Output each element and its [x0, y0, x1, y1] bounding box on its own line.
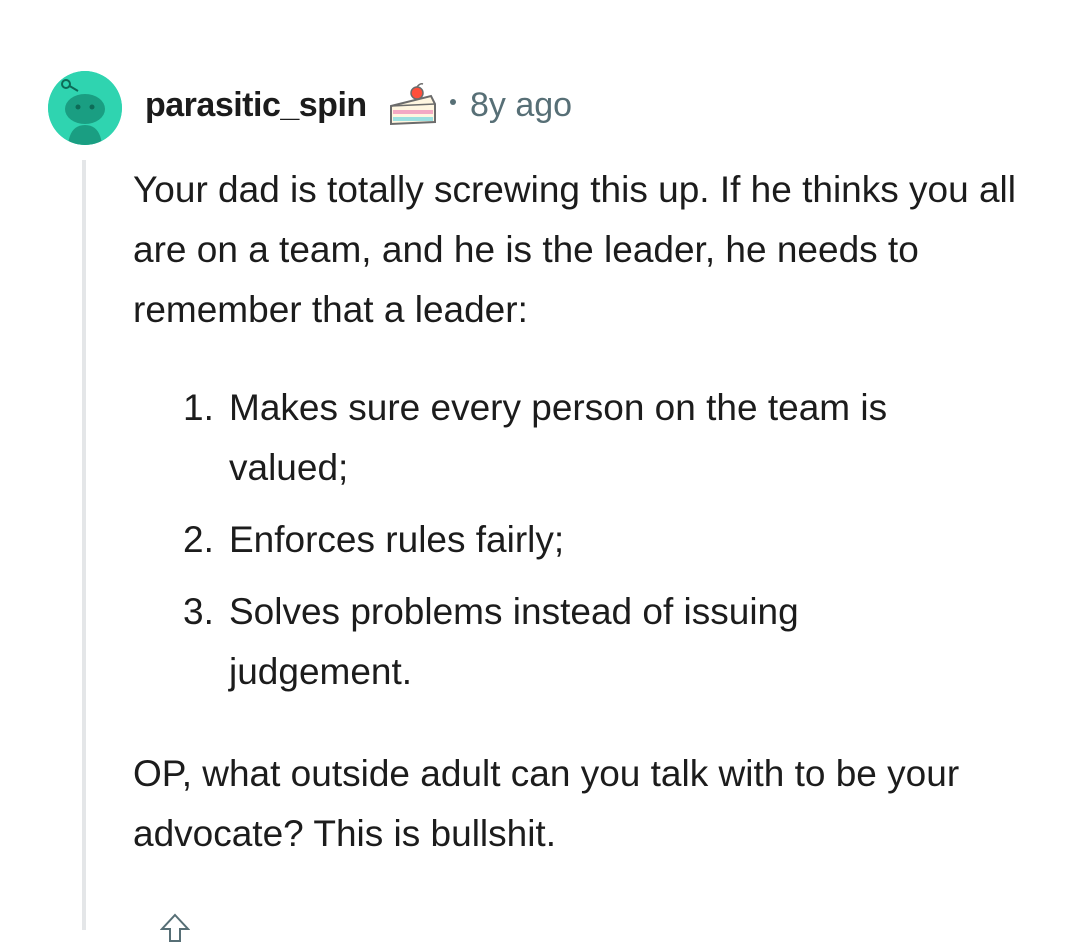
list-item: 2. Enforces rules fairly;: [133, 510, 989, 570]
thread-collapse-line[interactable]: [82, 160, 86, 930]
list-number: 3.: [183, 591, 214, 632]
comment-body: Your dad is totally screwing this up. If…: [133, 160, 1033, 864]
comment-paragraph: Your dad is totally screwing this up. If…: [133, 169, 1016, 330]
list-item-text: Enforces rules fairly;: [229, 519, 565, 560]
separator-dot: [450, 99, 456, 105]
timestamp: 8y ago: [470, 86, 573, 124]
list-item: 1. Makes sure every person on the team i…: [133, 378, 989, 498]
comment-paragraph: OP, what outside adult can you talk with…: [133, 753, 960, 854]
username-link[interactable]: parasitic_spin: [145, 86, 367, 125]
comment-list: 1. Makes sure every person on the team i…: [133, 378, 1033, 702]
list-item-text: Makes sure every person on the team is v…: [229, 387, 888, 488]
list-number: 1.: [183, 387, 214, 428]
upvote-icon[interactable]: [160, 913, 190, 943]
list-number: 2.: [183, 519, 214, 560]
cake-day-icon: [387, 82, 439, 130]
snoo-avatar-icon: [48, 71, 122, 145]
list-item-text: Solves problems instead of issuing judge…: [229, 591, 799, 692]
list-item: 3. Solves problems instead of issuing ju…: [133, 582, 989, 702]
user-avatar[interactable]: [48, 71, 122, 145]
